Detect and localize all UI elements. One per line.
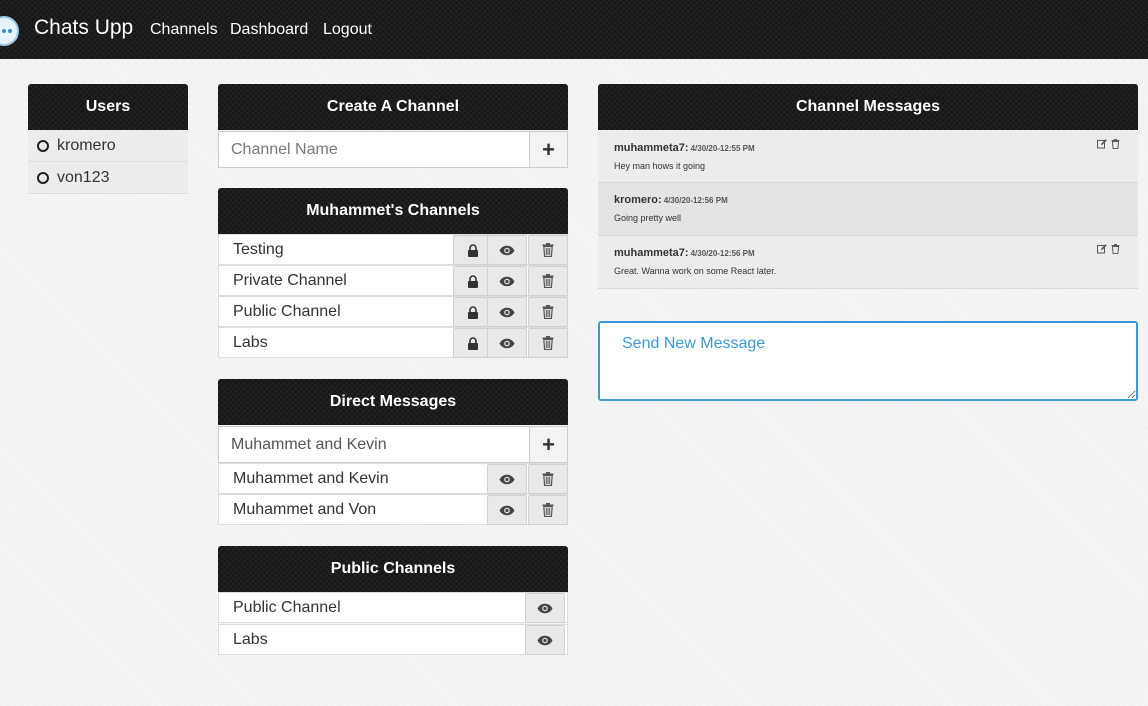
delete-channel-button[interactable] (528, 235, 568, 265)
delete-channel-button[interactable] (528, 328, 568, 358)
message-author: muhammeta7: (614, 142, 689, 154)
eye-icon (499, 474, 515, 485)
view-channel-button[interactable] (487, 297, 527, 327)
my-channel-row: Labs (218, 327, 568, 358)
user-item[interactable]: kromero (28, 130, 188, 162)
my-channel-row: Testing (218, 234, 568, 265)
users-panel-header: Users (28, 84, 188, 130)
message-actions (1097, 136, 1120, 154)
user-item[interactable]: von123 (28, 162, 188, 194)
view-dm-button[interactable] (487, 464, 527, 494)
eye-icon (537, 603, 553, 614)
eye-icon (499, 245, 515, 256)
delete-channel-button[interactable] (528, 266, 568, 296)
lock-icon (467, 243, 479, 257)
nav-logout-link[interactable]: Logout (323, 21, 372, 39)
direct-messages-title: Direct Messages (329, 393, 457, 410)
user-name: kromero (57, 136, 116, 154)
circle-outline-icon (37, 139, 49, 152)
public-channel-row: Labs (218, 624, 568, 655)
view-channel-button[interactable] (487, 328, 527, 358)
edit-icon[interactable] (1097, 241, 1107, 259)
create-channel-form: + (218, 131, 568, 168)
send-message-input[interactable] (598, 321, 1138, 401)
trash-icon (542, 305, 554, 319)
channel-name: Labs (233, 630, 268, 648)
direct-message-row: Muhammet and Kevin (218, 463, 568, 494)
eye-icon (499, 338, 515, 349)
my-channels-header: Muhammet's Channels (218, 188, 568, 234)
trash-icon (542, 472, 554, 486)
channel-name-input[interactable] (219, 132, 529, 167)
message-item: muhammeta7: 4/30/20-12:55 PM Hey man hows … (598, 131, 1138, 183)
edit-icon[interactable] (1097, 136, 1107, 154)
message-timestamp: 4/30/20-12:55 PM (690, 144, 755, 153)
message-item: muhammeta7: 4/30/20-12:56 PM Great. Wanna … (598, 236, 1138, 289)
add-channel-button[interactable]: + (529, 132, 567, 167)
direct-message-row: Muhammet and Von (218, 494, 568, 525)
eye-icon (499, 276, 515, 287)
message-actions (1097, 241, 1120, 259)
my-channel-row: Public Channel (218, 296, 568, 327)
trash-icon (542, 503, 554, 517)
eye-icon (499, 307, 515, 318)
trash-icon[interactable] (1111, 241, 1120, 259)
trash-icon (542, 274, 554, 288)
chat-bubble-icon (0, 16, 19, 46)
channel-messages-title: Channel Messages (795, 98, 941, 115)
view-channel-button[interactable] (487, 235, 527, 265)
channel-messages-header: Channel Messages (598, 84, 1138, 130)
message-text: Great. Wanna work on some React later. (614, 266, 777, 276)
trash-icon (542, 243, 554, 257)
view-public-channel-button[interactable] (525, 593, 565, 623)
direct-messages-header: Direct Messages (218, 379, 568, 425)
delete-dm-button[interactable] (528, 495, 568, 525)
message-text: Hey man hows it going (614, 161, 706, 171)
delete-dm-button[interactable] (528, 464, 568, 494)
view-dm-button[interactable] (487, 495, 527, 525)
direct-message-form: + (218, 426, 568, 463)
top-navbar: Chats Upp Channels Dashboard Logout (0, 0, 1148, 59)
public-channels-title: Public Channels (330, 560, 456, 577)
create-channel-title: Create A Channel (326, 98, 460, 115)
delete-channel-button[interactable] (528, 297, 568, 327)
my-channel-row: Private Channel (218, 265, 568, 296)
users-panel-title: Users (85, 98, 131, 115)
view-channel-button[interactable] (487, 266, 527, 296)
message-item: kromero: 4/30/20-12:56 PM Going pretty wel… (598, 183, 1138, 236)
nav-dashboard-link[interactable]: Dashboard (230, 21, 308, 39)
public-channels-header: Public Channels (218, 546, 568, 592)
message-timestamp: 4/30/20-12:56 PM (663, 196, 728, 205)
create-channel-header: Create A Channel (218, 84, 568, 130)
nav-channels-link[interactable]: Channels (150, 21, 218, 39)
add-direct-message-button[interactable]: + (529, 427, 567, 462)
my-channels-title: Muhammet's Channels (306, 202, 480, 219)
circle-outline-icon (37, 171, 49, 184)
message-timestamp: 4/30/20-12:56 PM (690, 249, 755, 258)
trash-icon (542, 336, 554, 350)
channel-name: Public Channel (233, 598, 341, 616)
eye-icon (537, 635, 553, 646)
lock-icon (467, 336, 479, 350)
message-author: muhammeta7: (614, 247, 689, 259)
lock-icon (467, 274, 479, 288)
direct-message-input[interactable] (219, 427, 529, 462)
eye-icon (499, 505, 515, 516)
brand-title[interactable]: Chats Upp (34, 16, 133, 40)
view-public-channel-button[interactable] (525, 625, 565, 655)
trash-icon[interactable] (1111, 136, 1120, 154)
public-channel-row: Public Channel (218, 592, 568, 623)
message-author: kromero: (614, 194, 662, 206)
message-text: Going pretty well (614, 213, 682, 223)
user-name: von123 (57, 168, 110, 186)
lock-icon (467, 305, 479, 319)
